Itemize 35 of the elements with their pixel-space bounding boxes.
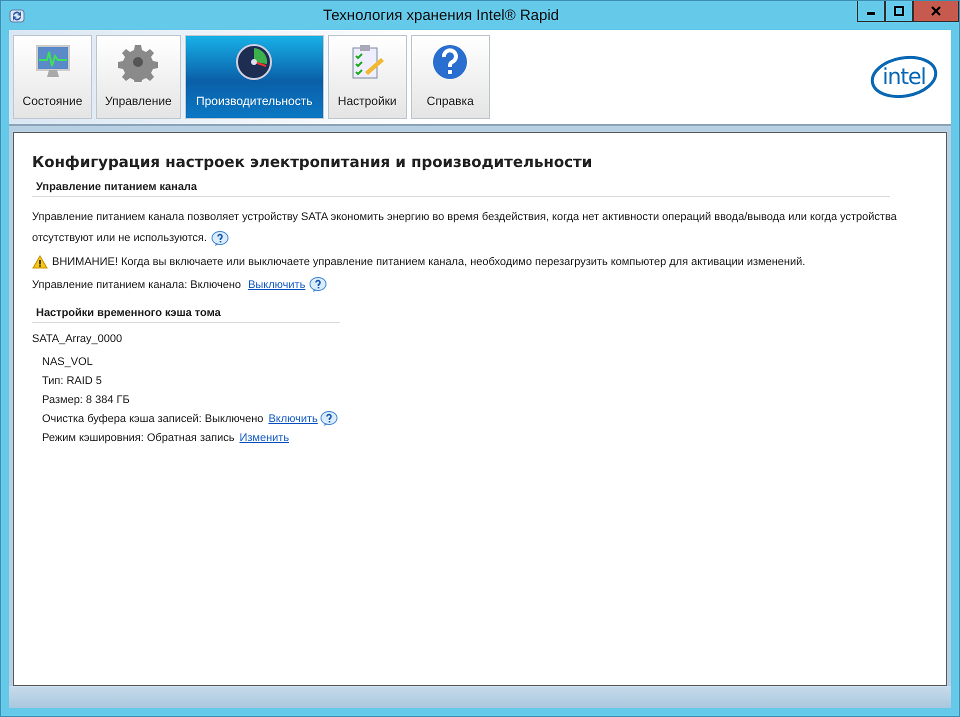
window-title: Технология хранения Intel® Rapid xyxy=(322,7,560,24)
maximize-button[interactable] xyxy=(885,1,913,22)
close-icon xyxy=(931,6,941,16)
logo: intel xyxy=(869,54,939,100)
action-link[interactable]: Включить xyxy=(268,413,318,425)
app-icon xyxy=(9,8,25,24)
help-icon[interactable] xyxy=(309,277,328,293)
action-link[interactable]: Изменить xyxy=(239,432,290,444)
gear-icon xyxy=(118,42,158,82)
gauge-icon xyxy=(234,42,274,82)
description-text: отсутствуют или не используются. xyxy=(32,231,207,246)
close-button[interactable] xyxy=(913,1,959,22)
page-title: Конфигурация настроек электропитания и производительности xyxy=(32,153,594,171)
section-heading: Управление питанием канала xyxy=(32,181,890,197)
property-text: Очистка буфера кэша записей: Выключено xyxy=(42,413,264,425)
property-text: Режим кэшировния: Обратная запись xyxy=(42,432,234,444)
warning-icon xyxy=(32,255,48,269)
status-text: Управление питанием канала: Включено xyxy=(32,279,242,291)
help-icon[interactable] xyxy=(320,411,338,427)
toolbar-tab[interactable]: Состояние xyxy=(13,35,92,119)
volume-name: NAS_VOL xyxy=(42,355,94,369)
help-icon[interactable] xyxy=(210,230,229,246)
disable-link[interactable]: Выключить xyxy=(248,279,306,291)
property-text: Размер: 8 384 ГБ xyxy=(42,394,130,406)
toolbar-tab[interactable]: Настройки xyxy=(328,35,407,119)
toolbar-tab[interactable]: Справка xyxy=(410,35,490,119)
minimize-button[interactable] xyxy=(857,1,885,22)
array-name: SATA_Array_0000 xyxy=(32,333,124,345)
toolbar-tab[interactable]: Производительность xyxy=(184,35,324,119)
toolbar-tab[interactable]: Управление xyxy=(96,35,181,119)
property-text: Тип: RAID 5 xyxy=(42,375,102,387)
description-text: Управление питанием канала позволяет устройству SATA экономить энергию во время бездействия, когда нет активности операций ввода/вывода или когда устройства xyxy=(32,210,898,225)
maximize-icon xyxy=(894,6,904,16)
section-heading: Настройки временного кэша тома xyxy=(32,307,340,323)
warning-text: ВНИМАНИЕ! Когда вы включаете или выключаете управление питанием канала, необходимо перезагрузить компьютер для активации изменений. xyxy=(52,256,806,268)
